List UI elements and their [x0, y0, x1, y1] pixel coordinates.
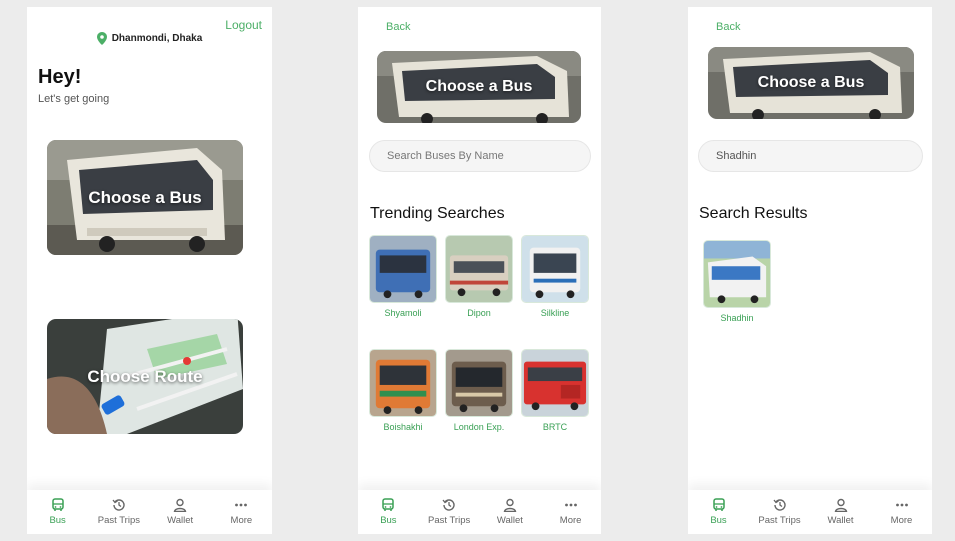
- greeting: Hey!: [38, 66, 82, 88]
- bus-search-input[interactable]: Shadhin: [698, 140, 923, 172]
- bus-thumbnail: [446, 236, 512, 302]
- tab-past-trips[interactable]: Past Trips: [88, 490, 149, 534]
- bus-icon: [382, 498, 395, 511]
- tab-wallet-label: Wallet: [167, 515, 194, 526]
- choose-route-label: Choose Route: [87, 366, 203, 386]
- bus-tile-london-exp[interactable]: London Exp.: [444, 349, 514, 432]
- tab-more[interactable]: More: [871, 490, 932, 534]
- search-results-screen: Back Choose a Bus Shadhin Search Results…: [688, 7, 932, 534]
- bus-tile-boishakhi[interactable]: Boishakhi: [368, 349, 438, 432]
- bus-tile-label: Silkline: [540, 308, 570, 318]
- bus-tile-label: Shadhin: [720, 313, 754, 323]
- bus-icon: [712, 498, 725, 511]
- search-results-heading: Search Results: [699, 205, 808, 222]
- trending-searches-heading: Trending Searches: [370, 205, 505, 222]
- bus-search-input[interactable]: Search Buses By Name: [369, 140, 591, 172]
- bus-tile-shadhin[interactable]: Shadhin: [702, 240, 772, 323]
- bus-tile-label: Boishakhi: [383, 422, 423, 432]
- bus-tile-label: Shyamoli: [384, 308, 422, 318]
- bus-thumbnail: [522, 350, 588, 416]
- tab-more-label: More: [230, 515, 253, 526]
- bus-thumbnail: [370, 236, 436, 302]
- bus-tile-label: Dipon: [467, 308, 491, 318]
- location-indicator[interactable]: Dhanmondi, Dhaka: [27, 32, 272, 45]
- user-icon: [173, 498, 187, 512]
- choose-bus-label: Choose a Bus: [88, 187, 202, 207]
- history-icon: [112, 499, 125, 511]
- more-dots-icon: [564, 503, 577, 507]
- location-label: Dhanmondi, Dhaka: [111, 33, 203, 44]
- bus-thumbnail: [446, 350, 512, 416]
- user-icon: [503, 498, 517, 512]
- tab-wallet[interactable]: Wallet: [150, 490, 211, 534]
- tab-more-label: More: [890, 515, 913, 526]
- tab-bus[interactable]: Bus: [688, 490, 749, 534]
- bottom-tab-bar: Bus Past Trips Wallet More: [27, 490, 272, 534]
- choose-bus-banner: Choose a Bus: [377, 51, 581, 123]
- tab-wallet[interactable]: Wallet: [480, 490, 541, 534]
- bus-tile-dipon[interactable]: Dipon: [444, 235, 514, 318]
- home-screen: Logout Dhanmondi, Dhaka Hey! Let's get g…: [27, 7, 272, 534]
- tab-past-trips[interactable]: Past Trips: [749, 490, 810, 534]
- tab-bus-label: Bus: [380, 515, 397, 526]
- back-link[interactable]: Back: [716, 21, 740, 33]
- choose-bus-banner-label: Choose a Bus: [425, 78, 533, 95]
- history-icon: [772, 499, 786, 511]
- tab-past-trips-label: Past Trips: [428, 515, 471, 526]
- user-icon: [834, 498, 847, 512]
- tab-wallet-label: Wallet: [496, 515, 523, 526]
- bus-tile-shyamoli[interactable]: Shyamoli: [368, 235, 438, 318]
- bus-tile-silkline[interactable]: Silkline: [520, 235, 590, 318]
- tab-bus[interactable]: Bus: [358, 490, 419, 534]
- choose-bus-screen: Back Choose a Bus Search Buses By Name T…: [358, 7, 601, 534]
- location-pin-icon: [96, 32, 107, 45]
- bus-tile-label: BRTC: [542, 422, 568, 432]
- choose-route-card[interactable]: Choose Route: [47, 319, 243, 434]
- tab-past-trips-label: Past Trips: [97, 515, 140, 526]
- bus-tile-brtc[interactable]: BRTC: [520, 349, 590, 432]
- tab-past-trips[interactable]: Past Trips: [419, 490, 480, 534]
- tab-bus-label: Bus: [49, 515, 66, 526]
- logout-link[interactable]: Logout: [225, 18, 262, 32]
- choose-bus-card[interactable]: Choose a Bus: [47, 140, 243, 255]
- tab-past-trips-label: Past Trips: [758, 515, 801, 526]
- tab-wallet-label: Wallet: [827, 515, 854, 526]
- choose-bus-banner-label: Choose a Bus: [757, 74, 865, 91]
- history-icon: [442, 499, 455, 511]
- back-link[interactable]: Back: [386, 21, 410, 33]
- greeting-subtitle: Let's get going: [38, 93, 110, 105]
- tab-bus-label: Bus: [710, 515, 727, 526]
- bus-thumbnail: [370, 350, 436, 416]
- bottom-tab-bar: Bus Past Trips Wallet More: [688, 490, 932, 534]
- more-dots-icon: [895, 503, 908, 507]
- bus-icon: [51, 498, 64, 511]
- tab-more[interactable]: More: [540, 490, 601, 534]
- tab-wallet[interactable]: Wallet: [810, 490, 871, 534]
- bottom-tab-bar: Bus Past Trips Wallet More: [358, 490, 601, 534]
- tab-more-label: More: [559, 515, 582, 526]
- bus-thumbnail: [704, 241, 770, 307]
- more-dots-icon: [235, 503, 248, 507]
- tab-more[interactable]: More: [211, 490, 272, 534]
- bus-thumbnail: [522, 236, 588, 302]
- choose-bus-banner: Choose a Bus: [708, 47, 914, 119]
- bus-tile-label: London Exp.: [453, 422, 505, 432]
- tab-bus[interactable]: Bus: [27, 490, 88, 534]
